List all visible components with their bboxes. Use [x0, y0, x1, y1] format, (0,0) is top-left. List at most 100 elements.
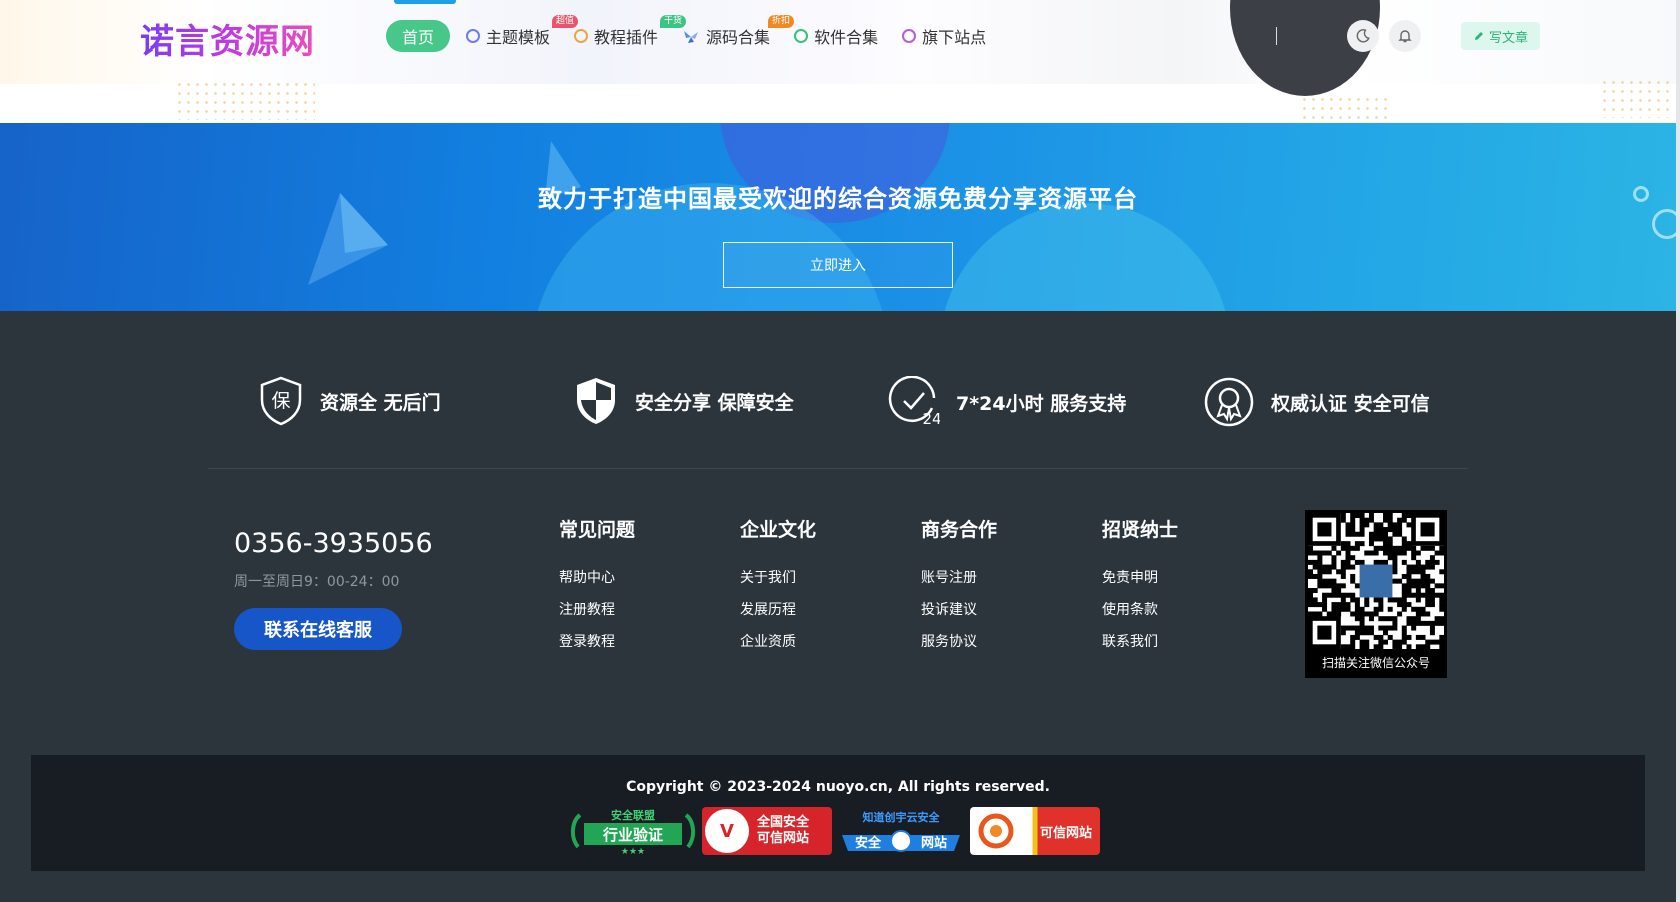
nav-themes-label: 主题模板 — [486, 28, 551, 47]
footer-link[interactable]: 使用条款 — [1102, 594, 1178, 626]
decor-dots — [1300, 95, 1390, 123]
nav-source[interactable]: 源码合集 折扣 — [682, 15, 795, 52]
column-title: 招贤纳士 — [1102, 519, 1179, 541]
footer-link[interactable]: 账号注册 — [921, 562, 997, 594]
clock-24-icon: 24 — [888, 376, 940, 428]
pencil-icon — [1475, 32, 1483, 40]
award-badge-icon — [1204, 377, 1254, 427]
nav-sites[interactable]: 旗下站点 — [902, 20, 986, 52]
cert-label: 可信网站 — [1039, 825, 1092, 841]
svg-text:行业验证: 行业验证 — [602, 826, 663, 844]
footer-link[interactable]: 免责申明 — [1102, 562, 1178, 594]
cert-label: 全国安全 可信网站 — [757, 815, 810, 846]
footer-column-faq: 常见问题 帮助中心 注册教程 登录教程 — [559, 515, 635, 658]
swirl-logo-icon — [978, 813, 1014, 849]
feature-item: 安全分享 保障安全 — [573, 376, 794, 426]
shield-bao-icon: 保 — [260, 376, 302, 426]
copyright-text: Copyright © 2023-2024 nuoyo.cn, All righ… — [626, 779, 1050, 795]
window-edge — [1676, 0, 1680, 902]
qr-code-icon — [1308, 513, 1445, 650]
nav-software[interactable]: 软件合集 — [794, 20, 878, 52]
footer-link[interactable]: 服务协议 — [921, 626, 997, 658]
feature-item: 24 7*24小时 服务支持 — [888, 376, 1126, 428]
svg-text:安全: 安全 — [855, 835, 882, 851]
wechat-qr: 扫描关注微信公众号 — [1305, 510, 1447, 678]
moon-icon — [1356, 29, 1370, 43]
cert-knownsec[interactable]: 知道创宇云安全 安全 网站 — [836, 807, 966, 855]
divider — [1276, 27, 1277, 45]
svg-text:知道创宇云安全: 知道创宇云安全 — [862, 810, 941, 824]
footer-column-careers: 招贤纳士 免责申明 使用条款 联系我们 — [1102, 515, 1178, 658]
site-logo[interactable]: 诺言资源网 — [140, 14, 315, 63]
svg-text:★★★: ★★★ — [621, 847, 645, 855]
footer-column-culture: 企业文化 关于我们 发展历程 企业资质 — [740, 515, 816, 658]
main-nav: 首页 主题模板 超值 教程插件 干货 源码合集 折扣 软件合集 旗下站点 — [386, 15, 1010, 52]
shield-half-icon — [577, 378, 615, 424]
footer-divider — [208, 468, 1468, 469]
nav-badge: 折扣 — [768, 15, 795, 28]
column-title: 常见问题 — [559, 519, 636, 541]
cloud-shield-icon: 知道创宇云安全 安全 网站 — [842, 810, 960, 852]
enter-button[interactable]: 立即进入 — [723, 242, 953, 288]
contact-service-button[interactable]: 联系在线客服 — [234, 608, 402, 650]
trust-badges: 安全联盟 行业验证 ★★★ V 全国安全 可信网站 知道创宇云安全 安全 网站 … — [568, 807, 1104, 855]
footer-link[interactable]: 关于我们 — [740, 562, 816, 594]
header-actions: 写文章 — [1276, 20, 1541, 52]
circle-icon — [902, 29, 917, 43]
circle-icon — [574, 29, 589, 43]
decor-circle — [940, 203, 1230, 311]
write-article-button[interactable]: 写文章 — [1461, 22, 1541, 50]
cert-industry-verified[interactable]: 安全联盟 行业验证 ★★★ — [568, 807, 698, 855]
feature-item: 保 资源全 无后门 — [258, 376, 441, 426]
qr-code-image — [1308, 513, 1445, 650]
nav-home[interactable]: 首页 — [386, 20, 451, 52]
notifications-button[interactable] — [1389, 20, 1421, 52]
svg-text:网站: 网站 — [921, 835, 947, 851]
feature-label: 安全分享 保障安全 — [635, 391, 794, 414]
service-hours: 周一至周日9：00-24：00 — [234, 574, 400, 590]
footer-link[interactable]: 发展历程 — [740, 594, 816, 626]
decor-dots — [175, 80, 315, 120]
footer-column-business: 商务合作 账号注册 投诉建议 服务协议 — [921, 515, 997, 658]
decor-dots — [1600, 78, 1670, 118]
feature-label: 7*24小时 服务支持 — [956, 392, 1127, 415]
nav-themes[interactable]: 主题模板 超值 — [466, 15, 579, 52]
footer-link[interactable]: 投诉建议 — [921, 594, 997, 626]
laurel-ribbon-icon: 安全联盟 行业验证 ★★★ — [571, 808, 695, 855]
dark-mode-toggle[interactable] — [1347, 20, 1379, 52]
footer-link[interactable]: 帮助中心 — [559, 562, 635, 594]
svg-text:24: 24 — [922, 410, 940, 428]
cert-national-trusted[interactable]: V 全国安全 可信网站 — [702, 807, 832, 855]
bell-icon — [1398, 30, 1412, 43]
nav-source-label: 源码合集 — [706, 28, 771, 47]
feature-label: 资源全 无后门 — [320, 391, 441, 414]
contact-phone: 0356-3935056 — [234, 528, 433, 559]
nav-home-label: 首页 — [402, 28, 435, 47]
nav-software-label: 软件合集 — [814, 28, 879, 47]
svg-text:安全联盟: 安全联盟 — [611, 808, 655, 822]
cta-banner: 致力于打造中国最受欢迎的综合资源免费分享资源平台 立即进入 — [0, 123, 1676, 311]
footer-link[interactable]: 登录教程 — [559, 626, 635, 658]
feature-item: 权威认证 安全可信 — [1203, 376, 1430, 428]
circle-icon — [794, 29, 809, 43]
column-title: 商务合作 — [921, 519, 998, 541]
circle-icon — [466, 29, 481, 43]
write-article-label: 写文章 — [1489, 30, 1529, 46]
nav-tutorials-label: 教程插件 — [594, 28, 659, 47]
active-nav-indicator — [394, 0, 456, 4]
footer-link[interactable]: 企业资质 — [740, 626, 816, 658]
banner-title: 致力于打造中国最受欢迎的综合资源免费分享资源平台 — [538, 185, 1138, 213]
column-title: 企业文化 — [740, 519, 817, 541]
site-header: 诺言资源网 首页 主题模板 超值 教程插件 干货 源码合集 折扣 软件合集 旗下… — [0, 0, 1680, 123]
nav-tutorials[interactable]: 教程插件 干货 — [574, 15, 687, 52]
footer-link[interactable]: 注册教程 — [559, 594, 635, 626]
v-seal-icon: V — [705, 809, 749, 853]
nav-sites-label: 旗下站点 — [922, 28, 987, 47]
qr-caption: 扫描关注微信公众号 — [1321, 656, 1430, 670]
footer-link[interactable]: 联系我们 — [1102, 626, 1178, 658]
pinwheel-icon — [682, 29, 700, 43]
feature-row: 保 资源全 无后门 安全分享 保障安全 24 7*24小时 服务支持 权威认证 … — [208, 376, 1468, 438]
copyright-bar: Copyright © 2023-2024 nuoyo.cn, All righ… — [31, 755, 1645, 871]
feature-label: 权威认证 安全可信 — [1271, 392, 1430, 415]
cert-trusted-site[interactable]: 可信网站 — [970, 807, 1100, 855]
